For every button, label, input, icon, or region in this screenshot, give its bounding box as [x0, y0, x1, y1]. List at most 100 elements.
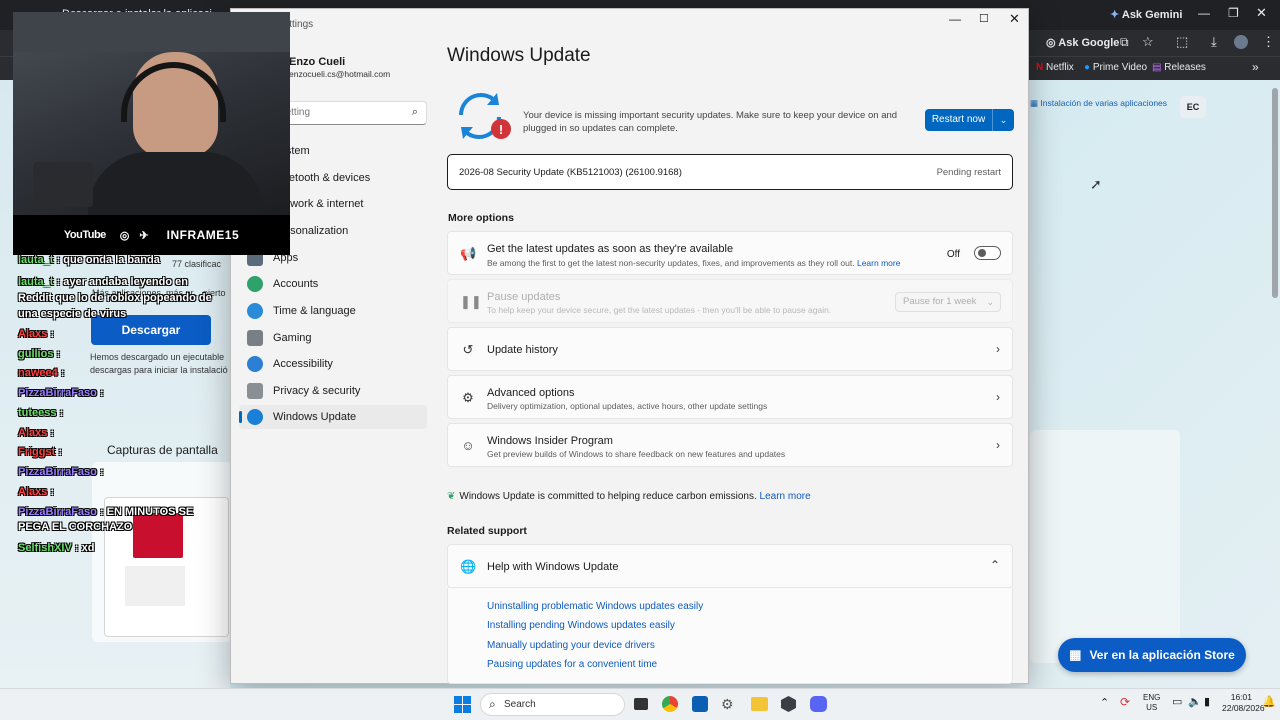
volume-icon[interactable]: 🔈	[1188, 695, 1202, 708]
gamepad-icon	[247, 330, 263, 346]
screenshot-card[interactable]	[92, 462, 232, 642]
status-message: Your device is missing important securit…	[523, 110, 898, 134]
nav-time-language[interactable]: Time & language	[239, 299, 427, 323]
restart-now-button[interactable]: Restart now ⌄	[925, 109, 1014, 131]
side-card	[1030, 430, 1180, 663]
latest-updates-toggle[interactable]	[974, 246, 1001, 260]
chat-message: nawee4 :	[18, 367, 65, 379]
chat-message: PizzaBirraFaso :	[18, 387, 104, 399]
minimize-browser-icon[interactable]: —	[1198, 6, 1210, 20]
discord-icon[interactable]	[810, 696, 827, 712]
help-link-2[interactable]: Installing pending Windows updates easil…	[487, 620, 675, 631]
menu-icon[interactable]: ⋮	[1262, 34, 1275, 50]
bookmark-netflix[interactable]: N Netflix	[1036, 62, 1074, 73]
extensions-icon[interactable]: ⬚	[1176, 34, 1188, 50]
battery-icon[interactable]: ▮	[1204, 695, 1210, 708]
search-icon: ⌕	[489, 697, 496, 711]
chat-message: lauta_t : que onda la banda	[18, 254, 160, 266]
screenshot-content	[125, 566, 185, 606]
page-title: Windows Update	[447, 45, 591, 66]
ask-google-button[interactable]: ◎ Ask Google	[1046, 36, 1119, 49]
latest-sub: Be among the first to get the latest non…	[487, 258, 901, 268]
star-icon[interactable]: ☆	[1142, 34, 1154, 50]
update-tray-icon[interactable]: ⟳	[1120, 695, 1130, 709]
mouse-cursor-icon: ➚	[1090, 176, 1102, 192]
help-links-panel: Uninstalling problematic Windows updates…	[447, 588, 1013, 684]
accounts-icon	[247, 276, 263, 292]
chrome-icon[interactable]	[662, 696, 678, 712]
bookmark-releases[interactable]: ▤ Releases	[1152, 62, 1206, 73]
grid-icon: ▦	[1030, 98, 1039, 108]
nav-windows-update[interactable]: Windows Update	[239, 405, 427, 429]
language-indicator[interactable]: ENG US	[1143, 693, 1160, 713]
store-desc-2: descargas para iniciar la instalació	[90, 365, 228, 375]
more-bookmarks-icon[interactable]: »	[1252, 60, 1259, 74]
task-view-icon[interactable]	[634, 698, 648, 710]
update-history-row[interactable]: ↺ Update history ›	[447, 327, 1013, 371]
latest-learn-more-link[interactable]: Learn more	[857, 258, 900, 268]
chat-user: lauta_t	[18, 254, 54, 266]
chevron-down-icon[interactable]: ⌄	[992, 109, 1014, 131]
start-tile	[463, 705, 471, 713]
profile-badge[interactable]: EC	[1180, 96, 1206, 118]
help-link-1[interactable]: Uninstalling problematic Windows updates…	[487, 601, 703, 612]
toggle-knob	[978, 249, 986, 257]
page-scrollbar[interactable]	[1272, 88, 1278, 298]
network-icon[interactable]: ▭	[1172, 695, 1182, 708]
chat-message: SelfishXIV : xd	[18, 542, 95, 554]
download-icon[interactable]: ⤓	[1211, 34, 1217, 50]
instagram-icon: ◎	[119, 229, 130, 242]
close-browser-icon[interactable]: ✕	[1256, 5, 1267, 21]
taskbar: ⌕ Search ⚙ ⌃ ⟳ ENG US ▭ 🔈 ▮ 16:01 22/08/20…	[0, 688, 1280, 720]
open-store-button[interactable]: ▦ Ver en la aplicación Store	[1058, 638, 1246, 672]
notification-bell-icon[interactable]: 🔔	[1262, 695, 1276, 708]
ask-gemini-button[interactable]: ✦ Ask Gemini	[1110, 8, 1182, 21]
chat-message: PizzaBirraFaso :	[18, 466, 104, 478]
store-tab-link[interactable]: ▦ Instalación de varias aplicaciones	[1030, 98, 1170, 109]
update-name: 2026-08 Security Update (KB5121003) (261…	[459, 167, 682, 178]
store-desc-1: Hemos descargado un ejecutable	[90, 352, 225, 362]
nav-accounts[interactable]: Accounts	[239, 272, 427, 296]
related-support-heading: Related support	[447, 525, 527, 537]
insider-program-row[interactable]: ☺ Windows Insider Program Get preview bu…	[447, 423, 1013, 467]
chat-user: lauta_t	[18, 276, 54, 288]
minimize-icon[interactable]: —	[949, 12, 961, 26]
windows-start-icon[interactable]	[454, 696, 471, 713]
releases-icon: ▤	[1152, 62, 1162, 73]
youtube-label: YouTube	[63, 229, 106, 241]
nav-privacy[interactable]: Privacy & security	[239, 379, 427, 403]
avatar[interactable]	[1234, 35, 1248, 49]
update-status-icon: !	[453, 89, 513, 141]
nav-accessibility[interactable]: Accessibility	[239, 352, 427, 376]
carbon-learn-more-link[interactable]: Learn more	[760, 491, 811, 502]
maximize-browser-icon[interactable]: ❐	[1228, 6, 1239, 20]
store-icon[interactable]	[692, 696, 708, 712]
taskbar-search[interactable]: ⌕ Search	[480, 693, 625, 716]
chat-message: Alaxs :	[18, 328, 55, 340]
lens-icon: ◎	[1046, 37, 1056, 49]
user-name: Enzo Cueli	[289, 56, 346, 68]
help-windows-update-row[interactable]: 🌐 Help with Windows Update ⌃	[447, 544, 1013, 588]
nav-gaming[interactable]: Gaming	[239, 326, 427, 350]
close-icon[interactable]: ✕	[1009, 11, 1020, 27]
chevron-up-icon[interactable]: ⌃	[1100, 696, 1109, 709]
advanced-options-row[interactable]: ⚙ Advanced options Delivery optimization…	[447, 375, 1013, 419]
help-link-3[interactable]: Manually updating your device drivers	[487, 640, 655, 651]
app-icon[interactable]	[781, 696, 796, 712]
chat-user: Alaxs	[18, 427, 48, 439]
bookmark-prime-video[interactable]: ● Prime Video	[1084, 62, 1147, 73]
clock[interactable]: 16:01 22/08/2026	[1222, 692, 1265, 714]
chevron-up-icon: ⌃	[989, 558, 1000, 572]
chevron-right-icon: ›	[996, 342, 1000, 356]
gears-icon: ⚙	[462, 390, 474, 405]
pending-update-row[interactable]: 2026-08 Security Update (KB5121003) (261…	[447, 154, 1013, 190]
settings-gear-icon[interactable]: ⚙	[721, 696, 737, 712]
file-explorer-icon[interactable]	[751, 697, 768, 711]
translate-icon[interactable]: ⧉	[1120, 35, 1129, 50]
maximize-icon[interactable]: ☐	[979, 12, 989, 25]
pause-title: Pause updates	[487, 291, 561, 303]
insider-icon: ☺	[461, 438, 475, 453]
pause-duration-select[interactable]: Pause for 1 week ⌄	[895, 292, 1001, 312]
help-link-4[interactable]: Pausing updates for a convenient time	[487, 659, 657, 670]
start-tile	[454, 696, 462, 704]
